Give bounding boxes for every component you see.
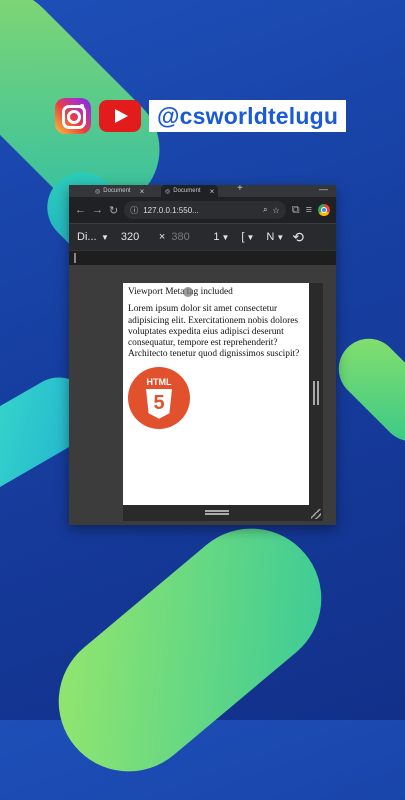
- corner-resize-handle[interactable]: [311, 509, 321, 519]
- width-input[interactable]: 320: [121, 231, 159, 243]
- tab-search-icon[interactable]: ≡: [306, 204, 312, 216]
- page-heading: Viewport Meta tag included: [128, 287, 233, 297]
- bookmark-star-icon[interactable]: ☆: [273, 206, 280, 215]
- address-text: 127.0.0.1:550...: [143, 205, 199, 215]
- mouse-cursor: [183, 287, 193, 297]
- close-icon[interactable]: ×: [210, 187, 215, 196]
- chevron-down-icon[interactable]: ▼: [221, 233, 229, 242]
- chevron-down-icon[interactable]: ▼: [276, 233, 284, 242]
- tab-document-1[interactable]: ◎ Document ×: [91, 185, 148, 197]
- extensions-icon[interactable]: ⧉: [292, 204, 300, 217]
- page-paragraph: Lorem ipsum dolor sit amet consectetur a…: [128, 304, 300, 360]
- browser-window: ◎ Document × ◎ Document × + — ← → ↻ ⓘ 12…: [69, 185, 336, 525]
- device-viewport: Viewport Meta tag included Lorem ipsum d…: [123, 283, 309, 505]
- right-resize-handle[interactable]: [309, 283, 323, 505]
- back-button[interactable]: ←: [75, 204, 86, 216]
- handle-box: @csworldtelugu: [149, 100, 347, 132]
- reload-button[interactable]: ↻: [109, 204, 118, 217]
- brand-bar: @csworldtelugu: [55, 98, 347, 134]
- profile-avatar-icon[interactable]: [318, 204, 330, 216]
- youtube-icon[interactable]: [99, 100, 141, 132]
- globe-icon: ◎: [95, 188, 101, 195]
- minimize-button[interactable]: —: [319, 185, 328, 194]
- media-query-ruler: [69, 250, 336, 266]
- forward-button[interactable]: →: [92, 204, 103, 216]
- page-content: Viewport Meta tag included Lorem ipsum d…: [123, 283, 309, 433]
- dimension-separator: ×: [158, 231, 166, 243]
- chevron-down-icon[interactable]: ▼: [246, 233, 254, 242]
- emulation-stage: Viewport Meta tag included Lorem ipsum d…: [69, 265, 336, 525]
- more-select[interactable]: N: [266, 231, 274, 243]
- device-toolbar: Di... ▼ 320 × 380 1 ▼ [ ▼ N ▼ ⟲: [69, 223, 336, 250]
- bottom-resize-handle[interactable]: [123, 505, 323, 521]
- site-info-icon[interactable]: ⓘ: [130, 205, 138, 216]
- browser-toolbar: ← → ↻ ⓘ 127.0.0.1:550... ⌕ ☆ ⧉ ≡: [69, 197, 336, 223]
- close-icon[interactable]: ×: [140, 187, 145, 196]
- rotate-icon[interactable]: ⟲: [292, 229, 304, 246]
- decorative-shape: [326, 326, 405, 454]
- height-input[interactable]: 380: [171, 231, 213, 243]
- tab-bar: ◎ Document × ◎ Document × + —: [69, 185, 336, 197]
- new-tab-button[interactable]: +: [237, 185, 243, 194]
- throttle-select[interactable]: [: [241, 231, 244, 243]
- address-bar[interactable]: ⓘ 127.0.0.1:550... ⌕ ☆: [124, 201, 286, 219]
- decorative-shape: [30, 499, 350, 800]
- channel-handle[interactable]: @csworldtelugu: [157, 103, 338, 130]
- zoom-icon[interactable]: ⌕: [263, 205, 267, 215]
- globe-icon: ◎: [165, 188, 171, 195]
- tab-label: Document: [173, 188, 201, 194]
- zoom-select[interactable]: 1: [213, 231, 219, 243]
- html5-logo-label: HTML: [146, 376, 172, 387]
- device-select[interactable]: Di...: [77, 231, 99, 243]
- html5-logo-icon: HTML: [128, 366, 190, 429]
- chevron-down-icon[interactable]: ▼: [101, 233, 109, 242]
- tab-document-2[interactable]: ◎ Document ×: [161, 185, 219, 197]
- instagram-icon[interactable]: [55, 98, 91, 134]
- tab-label: Document: [103, 188, 131, 194]
